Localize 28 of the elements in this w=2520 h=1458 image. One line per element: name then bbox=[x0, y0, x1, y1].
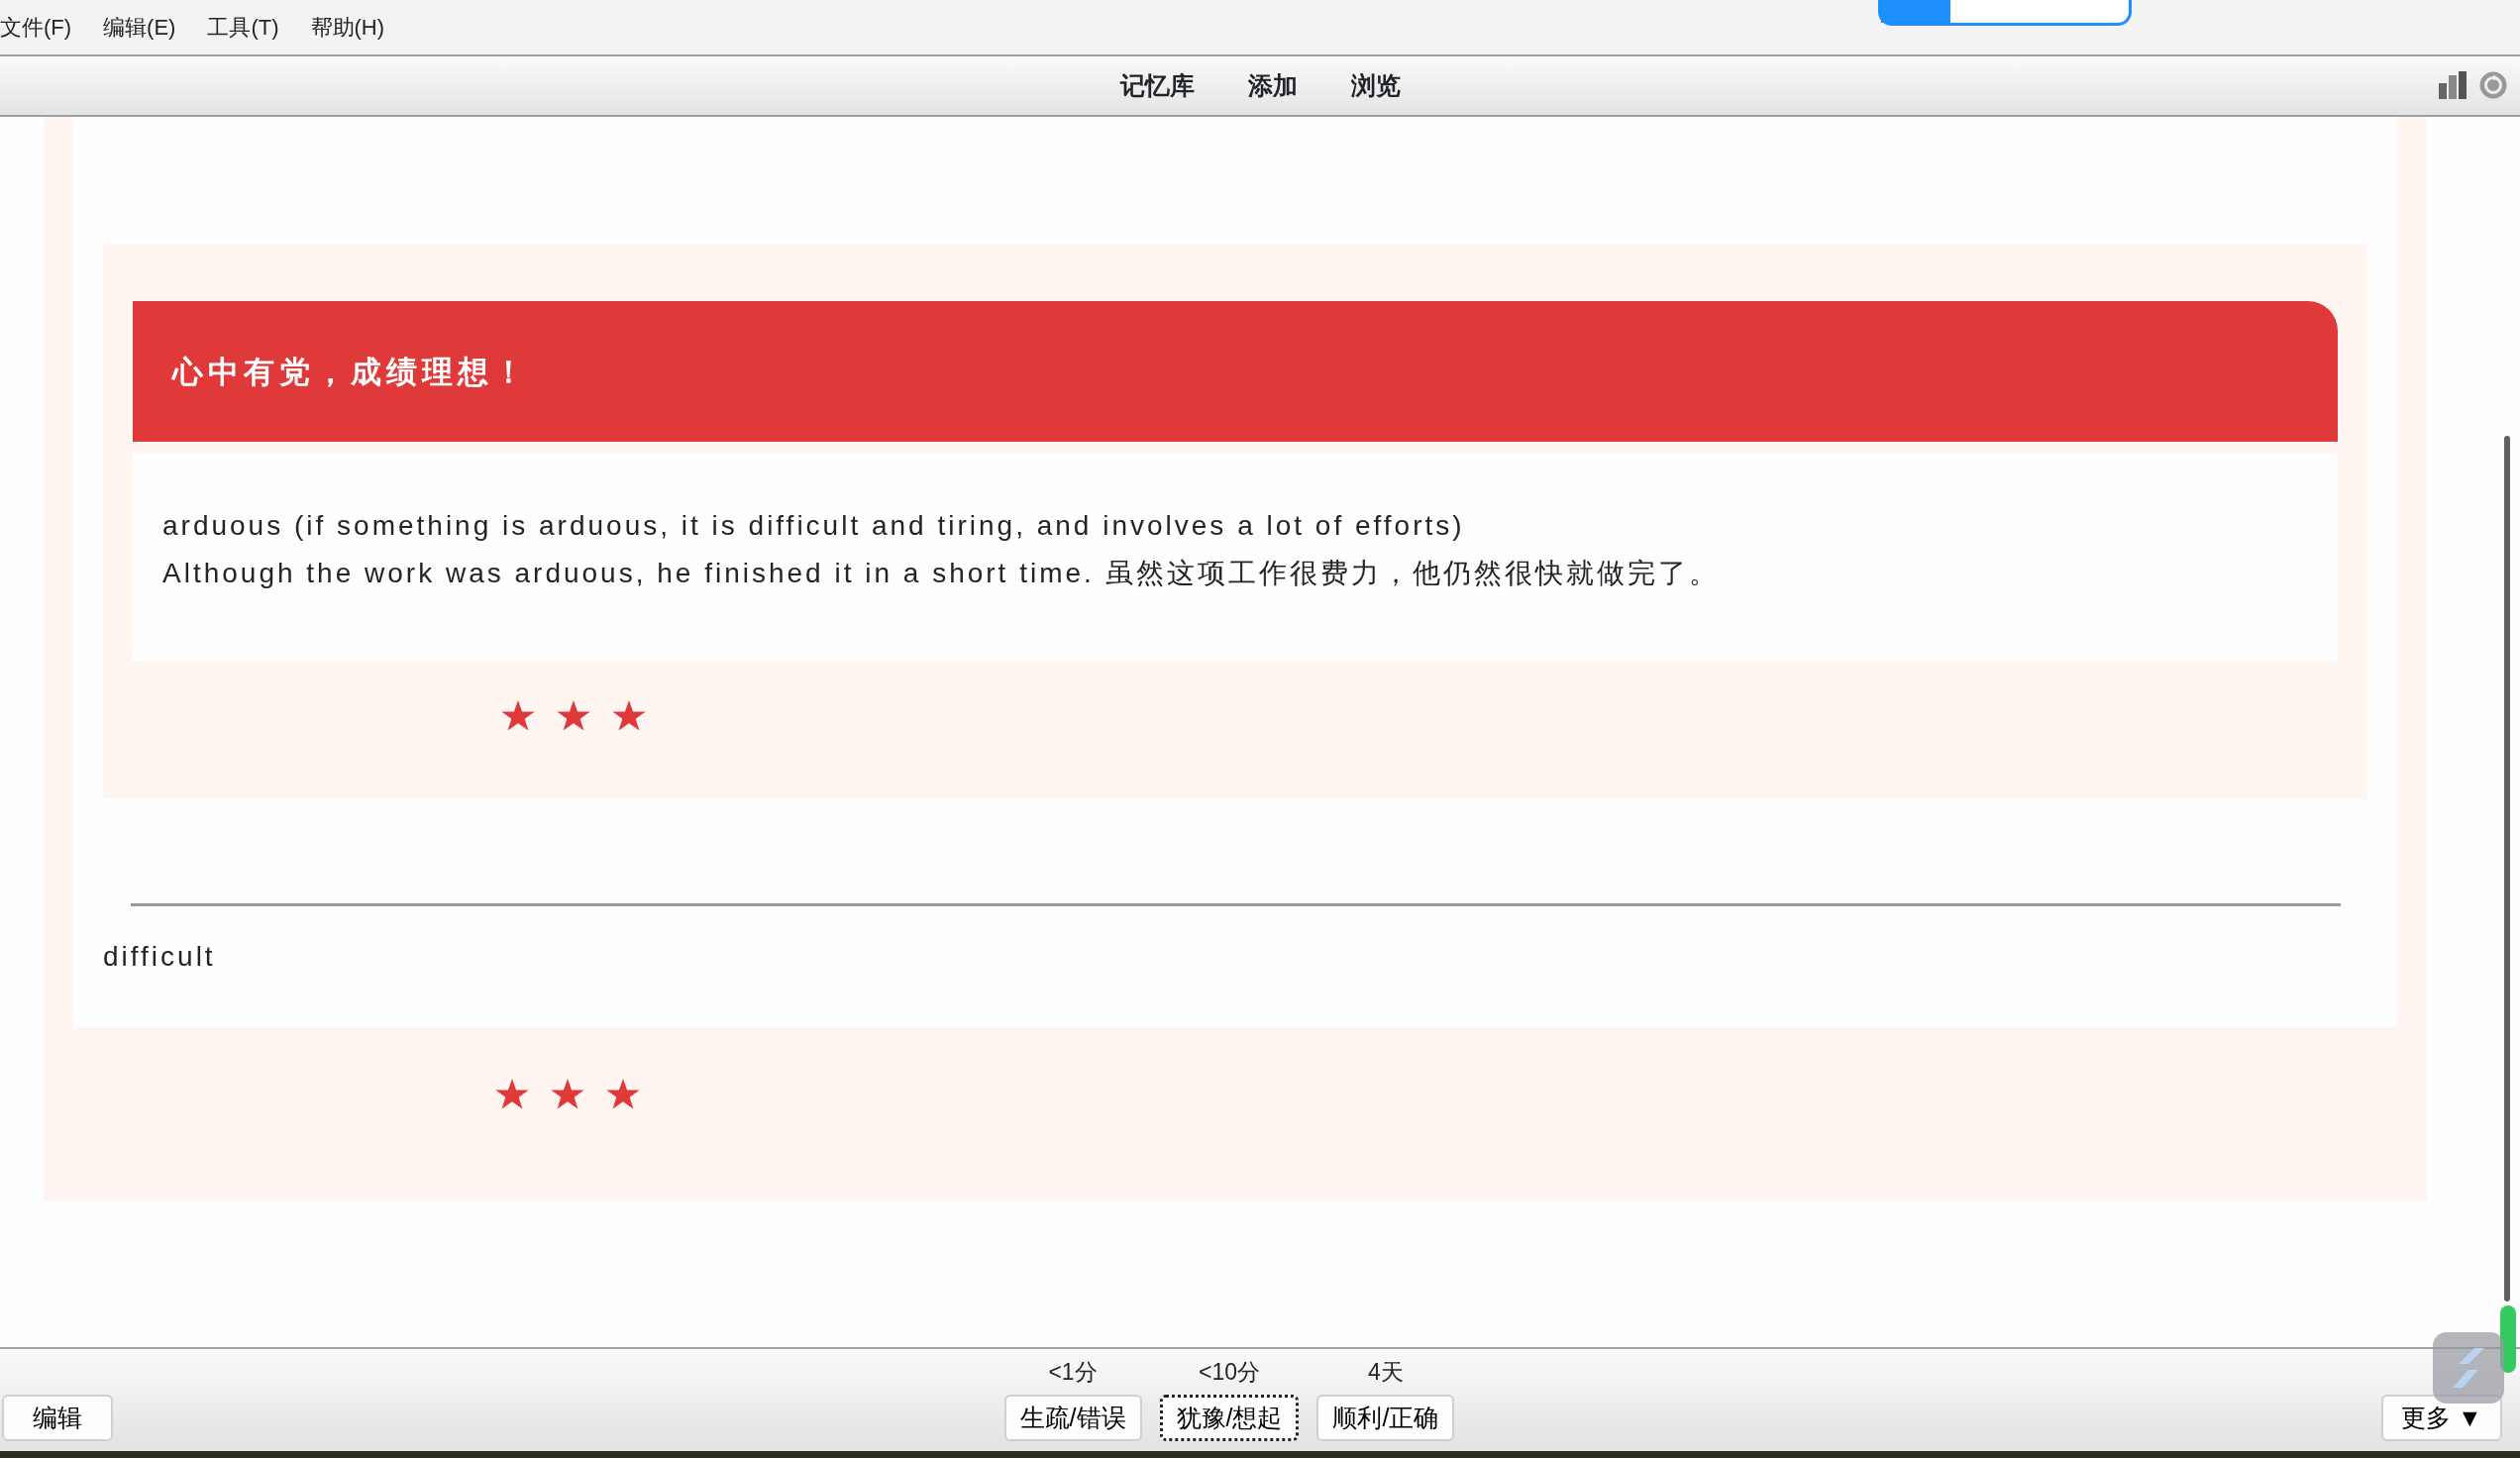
card-header: 心中有党，成绩理想！ bbox=[133, 301, 2338, 442]
star-icon bbox=[501, 700, 535, 732]
star-icon bbox=[557, 700, 590, 732]
answer-button[interactable]: 犹豫/想起 bbox=[1159, 1395, 1300, 1441]
menu-item[interactable]: 工具(T) bbox=[207, 11, 279, 44]
interval-label: <1分 bbox=[1048, 1357, 1098, 1387]
answer-text: difficult bbox=[103, 940, 217, 974]
star-icon bbox=[606, 1079, 640, 1110]
menu-item[interactable]: 文件(F) bbox=[0, 11, 72, 44]
interval-label: 4天 bbox=[1368, 1357, 1404, 1387]
toolbar-tab[interactable]: 添加 bbox=[1247, 66, 1298, 105]
star-icon bbox=[495, 1079, 529, 1110]
star-icon bbox=[612, 700, 646, 732]
definition-text: Although the work was arduous, he finished it in a short time. 虽然这项工作很费力，他仍然很快就做完了。 bbox=[162, 557, 1721, 590]
interval-label: <10分 bbox=[1199, 1357, 1260, 1387]
sync-icon[interactable] bbox=[2478, 70, 2508, 100]
answer-button[interactable]: 顺利/正确 bbox=[1316, 1395, 1455, 1441]
scrollbar[interactable] bbox=[2504, 436, 2510, 1302]
toolbar-tab[interactable]: 浏览 bbox=[1350, 66, 1401, 105]
answer-button[interactable]: 生疏/错误 bbox=[1003, 1395, 1142, 1441]
menu-item[interactable]: 帮助(H) bbox=[310, 11, 385, 44]
more-button[interactable]: 更多 ▼ bbox=[2381, 1395, 2502, 1441]
star-icon bbox=[551, 1079, 584, 1110]
toolbar-tab[interactable]: 记忆库 bbox=[1119, 66, 1195, 105]
definition-text: arduous (if something is arduous, it is difficult and tiring, and involves a lot of efforts) bbox=[162, 509, 1466, 543]
menu-item[interactable]: 编辑(E) bbox=[103, 11, 176, 44]
edit-button[interactable]: 编辑 bbox=[2, 1395, 113, 1441]
floating-button[interactable] bbox=[2433, 1332, 2504, 1404]
